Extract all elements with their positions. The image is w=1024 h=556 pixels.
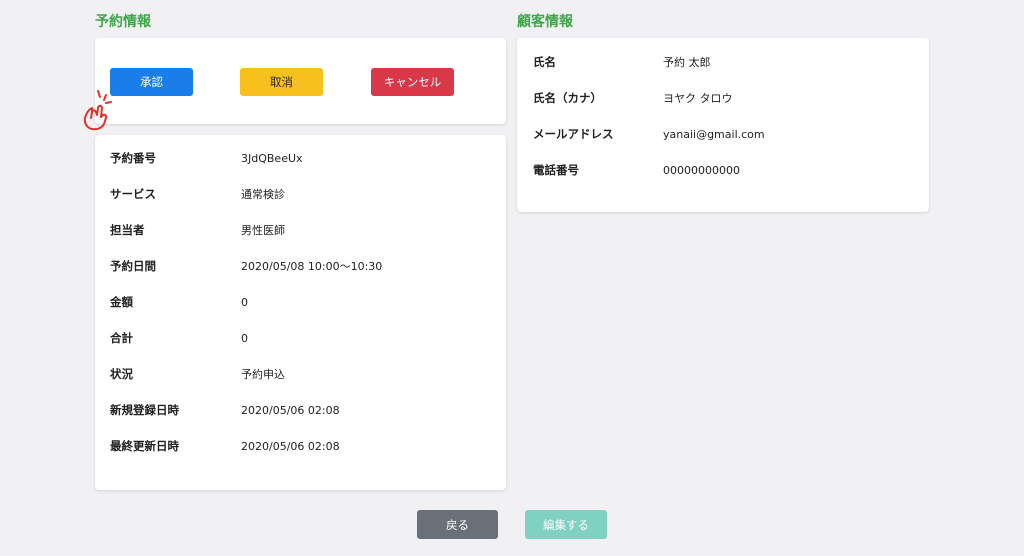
- customer-info-card: 氏名 予約 太郎 氏名（カナ） ヨヤク タロウ メールアドレス yanaii@g…: [517, 38, 929, 212]
- field-label: 氏名（カナ）: [533, 91, 602, 105]
- back-button[interactable]: 戻る: [417, 510, 498, 539]
- field-label: 電話番号: [533, 163, 579, 177]
- customer-section-title: 顧客情報: [517, 14, 573, 30]
- field-value: 2020/05/08 10:00〜10:30: [241, 260, 383, 273]
- field-value: 0: [241, 331, 248, 345]
- field-value: 00000000000: [663, 163, 740, 177]
- field-label: 状況: [110, 367, 133, 381]
- field-label: サービス: [110, 187, 156, 201]
- field-value: 予約 太郎: [663, 56, 711, 69]
- field-label: 予約日間: [110, 259, 156, 273]
- field-value: 2020/05/06 02:08: [241, 439, 340, 453]
- field-value: 予約申込: [241, 368, 285, 381]
- reservation-actions-card: 承認 取消 キャンセル: [95, 38, 506, 124]
- field-value: 2020/05/06 02:08: [241, 403, 340, 417]
- field-label: 予約番号: [110, 151, 156, 165]
- field-label: 氏名: [533, 55, 556, 69]
- field-value: 0: [241, 295, 248, 309]
- edit-button[interactable]: 編集する: [525, 510, 607, 539]
- field-value: yanaii@gmail.com: [663, 127, 765, 141]
- field-label: 合計: [110, 331, 133, 345]
- cancel-reservation-button[interactable]: キャンセル: [371, 68, 454, 96]
- field-value: ヨヤク タロウ: [663, 92, 733, 105]
- field-label: 担当者: [110, 223, 145, 237]
- field-value: 3JdQBeeUx: [241, 151, 303, 165]
- pointing-hand-icon: [83, 90, 112, 131]
- revoke-button[interactable]: 取消: [240, 68, 323, 96]
- reservation-info-card: 予約番号 3JdQBeeUx サービス 通常検診 担当者 男性医師 予約日間 2…: [95, 135, 506, 490]
- field-label: 金額: [110, 295, 133, 309]
- field-label: メールアドレス: [533, 127, 614, 141]
- field-value: 通常検診: [241, 188, 285, 201]
- field-label: 最終更新日時: [110, 439, 179, 453]
- reservation-section-title: 予約情報: [95, 14, 151, 30]
- field-value: 男性医師: [241, 224, 285, 237]
- field-label: 新規登録日時: [110, 403, 179, 417]
